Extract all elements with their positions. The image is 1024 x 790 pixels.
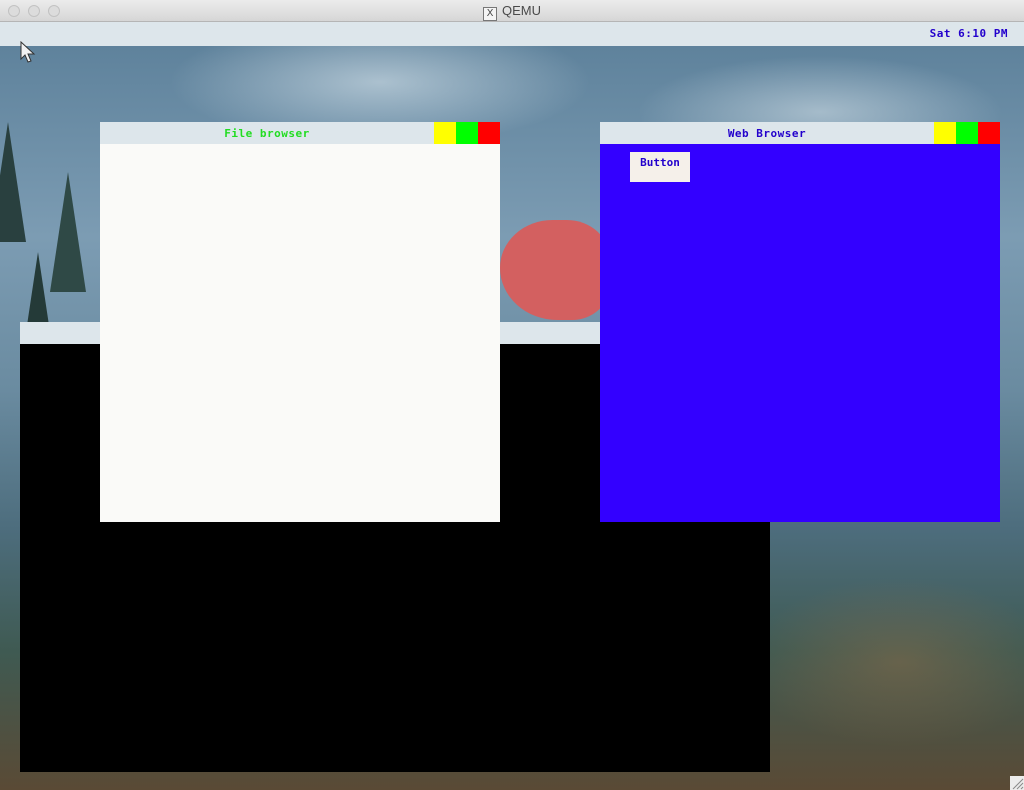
web-browser-close-button[interactable]	[978, 122, 1000, 144]
file-browser-title: File browser	[224, 127, 310, 140]
web-browser-maximize-button[interactable]	[956, 122, 978, 144]
file-browser-body[interactable]	[100, 144, 500, 522]
file-browser-minimize-button[interactable]	[434, 122, 456, 144]
x11-icon: X	[483, 7, 497, 21]
file-browser-close-button[interactable]	[478, 122, 500, 144]
file-browser-titlebar[interactable]: File browser	[100, 122, 500, 144]
clock: Sat 6:10 PM	[929, 27, 1008, 40]
web-browser-titlebar[interactable]: Web Browser	[600, 122, 1000, 144]
web-browser-button[interactable]: Button	[630, 152, 690, 182]
wallpaper-red-creature	[500, 220, 610, 320]
resize-grip-icon[interactable]	[1010, 776, 1024, 790]
host-titlebar: X QEMU	[0, 0, 1024, 22]
host-window-title: X QEMU	[0, 3, 1024, 21]
wallpaper-tree	[0, 122, 26, 242]
guest-menubar: Sat 6:10 PM	[0, 22, 1024, 46]
mouse-pointer-icon	[20, 41, 36, 63]
guest-desktop: Sat 6:10 PM File browser Web Browser But…	[0, 22, 1024, 790]
web-browser-window[interactable]: Web Browser Button	[600, 122, 1000, 522]
web-browser-title: Web Browser	[727, 127, 807, 140]
file-browser-window[interactable]: File browser	[100, 122, 500, 522]
file-browser-maximize-button[interactable]	[456, 122, 478, 144]
web-browser-body[interactable]: Button	[600, 144, 1000, 522]
web-browser-minimize-button[interactable]	[934, 122, 956, 144]
host-title-text: QEMU	[502, 3, 541, 18]
